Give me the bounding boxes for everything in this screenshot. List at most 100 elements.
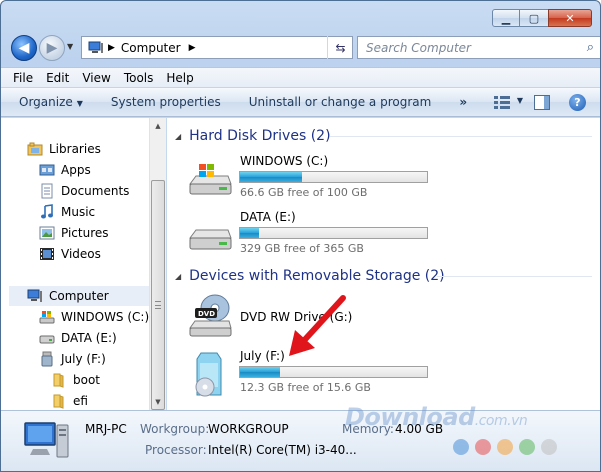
- menu-tools[interactable]: Tools: [124, 71, 154, 85]
- navigation-scrollbar[interactable]: ▲ ▼: [149, 118, 166, 410]
- annotation-arrow-icon: [289, 295, 346, 356]
- drive-name: DATA (E:): [240, 210, 296, 224]
- nav-documents[interactable]: Documents: [39, 181, 129, 201]
- navigation-pane: Libraries Apps Documents Music Pictures …: [1, 118, 166, 410]
- capacity-fill: [240, 228, 259, 238]
- nav-videos-label: Videos: [61, 247, 101, 261]
- nav-july-f[interactable]: July (F:): [39, 349, 106, 369]
- nav-computer[interactable]: Computer: [9, 286, 149, 306]
- documents-icon: [41, 183, 53, 199]
- windows-drive-icon: [189, 164, 232, 195]
- menu-bar: File Edit View Tools Help: [1, 67, 600, 87]
- scrollbar-thumb[interactable]: [151, 180, 165, 410]
- computer-icon: [27, 289, 42, 302]
- address-bar[interactable]: ▶ Computer ▶: [81, 36, 353, 59]
- pc-name: MRJ-PC: [85, 422, 127, 436]
- nav-windows-c[interactable]: WINDOWS (C:): [39, 307, 149, 327]
- forward-arrow-icon: ▶: [46, 40, 58, 56]
- nav-pictures[interactable]: Pictures: [39, 223, 109, 243]
- nav-apps[interactable]: Apps: [39, 160, 91, 180]
- maximize-icon: ▢: [528, 11, 540, 25]
- nav-folder-efi[interactable]: efi: [51, 391, 88, 411]
- search-box[interactable]: Search Computer ⌕: [357, 36, 600, 59]
- scroll-up-icon[interactable]: ▲: [150, 118, 166, 134]
- nav-data-e-label: DATA (E:): [61, 331, 117, 345]
- collapse-triangle-icon[interactable]: ◢: [175, 272, 181, 281]
- breadcrumb-chevron-icon[interactable]: ▶: [189, 43, 196, 53]
- system-properties-button[interactable]: System properties: [111, 95, 221, 109]
- nav-data-e[interactable]: DATA (E:): [39, 328, 117, 348]
- preview-pane-icon[interactable]: [534, 95, 550, 110]
- forward-button[interactable]: ▶: [39, 35, 65, 61]
- workgroup-value: WORKGROUP: [208, 422, 289, 436]
- drive-data-e[interactable]: DATA (E:) 329 GB free of 365 GB: [187, 210, 437, 258]
- nav-videos[interactable]: Videos: [39, 244, 101, 264]
- svg-text:DVD: DVD: [198, 310, 215, 318]
- nav-music[interactable]: Music: [39, 202, 95, 222]
- navigation-row: ◀ ▶ ▼ ▶ Computer ▶ ⇆ Search Computer ⌕: [9, 33, 600, 61]
- back-arrow-icon: ◀: [18, 40, 30, 56]
- dot: [541, 439, 557, 455]
- help-icon[interactable]: ?: [569, 94, 586, 111]
- dot: [497, 439, 513, 455]
- breadcrumb-separator-icon[interactable]: ▶: [108, 43, 115, 53]
- hard-drive-icon: [189, 229, 232, 250]
- watermark-text: Download: [345, 403, 475, 431]
- chevron-down-icon: ▼: [76, 99, 83, 108]
- collapse-triangle-icon[interactable]: ◢: [175, 132, 181, 141]
- dot: [519, 439, 535, 455]
- computer-icon: [88, 41, 103, 53]
- maximize-button[interactable]: ▢: [520, 9, 548, 27]
- nav-documents-label: Documents: [61, 184, 130, 198]
- nav-folder-boot-label: boot: [73, 373, 101, 387]
- dvd-drive-icon: DVD: [189, 294, 232, 337]
- menu-view[interactable]: View: [82, 71, 110, 85]
- libraries-icon: [27, 142, 43, 156]
- group-header-hard-disk-drives[interactable]: ◢ Hard Disk Drives (2): [175, 126, 331, 146]
- breadcrumb-computer[interactable]: Computer: [121, 41, 181, 55]
- dot: [453, 439, 469, 455]
- minimize-button[interactable]: ▁: [492, 9, 520, 27]
- drive-windows-c[interactable]: WINDOWS (C:) 66.6 GB free of 100 GB: [187, 154, 437, 202]
- content-pane: ◢ Hard Disk Drives (2) WINDOWS (C:) 66.6…: [167, 118, 600, 410]
- menu-help[interactable]: Help: [166, 71, 193, 85]
- nav-pictures-label: Pictures: [61, 226, 109, 240]
- nav-computer-label: Computer: [49, 289, 109, 303]
- menu-file[interactable]: File: [13, 71, 33, 85]
- uninstall-program-button[interactable]: Uninstall or change a program: [249, 95, 432, 109]
- refresh-button[interactable]: ⇆: [327, 36, 353, 59]
- close-button[interactable]: ✕: [548, 9, 592, 27]
- nav-folder-boot[interactable]: boot: [51, 370, 100, 390]
- explorer-window: ▁ ▢ ✕ ◀ ▶ ▼ ▶ Computer ▶ ⇆ Search Comput…: [0, 0, 601, 472]
- minimize-icon: ▁: [501, 11, 511, 25]
- search-icon[interactable]: ⌕: [587, 40, 594, 55]
- recent-pages-dropdown[interactable]: ▼: [67, 42, 73, 51]
- group-header-removable-storage[interactable]: ◢ Devices with Removable Storage (2): [175, 266, 445, 286]
- capacity-fill: [240, 172, 303, 182]
- capacity-bar: [239, 227, 428, 239]
- usb-drive-icon: [195, 352, 222, 397]
- organize-label: Organize: [19, 95, 73, 109]
- nav-windows-c-label: WINDOWS (C:): [61, 310, 150, 324]
- drive-free-space: 12.3 GB free of 15.6 GB: [240, 381, 371, 394]
- organize-button[interactable]: Organize ▼: [19, 95, 83, 109]
- menu-edit[interactable]: Edit: [46, 71, 69, 85]
- group-divider: [437, 276, 592, 277]
- caption-buttons: ▁ ▢ ✕: [492, 9, 592, 27]
- nav-libraries[interactable]: Libraries: [27, 139, 101, 159]
- group-title-removable: Devices with Removable Storage (2): [189, 268, 445, 284]
- command-bar: Organize ▼ System properties Uninstall or…: [1, 87, 600, 117]
- apps-icon: [39, 164, 55, 176]
- hard-drive-icon: [39, 335, 55, 344]
- capacity-bar: [239, 366, 428, 378]
- scroll-down-icon[interactable]: ▼: [150, 394, 166, 410]
- change-view-icon[interactable]: [494, 96, 510, 110]
- nav-july-f-label: July (F:): [61, 352, 106, 366]
- nav-folder-efi-label: efi: [73, 394, 88, 408]
- more-commands-button[interactable]: »: [459, 95, 467, 109]
- processor-value: Intel(R) Core(TM) i3-40...: [208, 443, 357, 457]
- back-button[interactable]: ◀: [11, 35, 37, 61]
- search-input[interactable]: Search Computer: [366, 41, 471, 55]
- view-options-dropdown[interactable]: ▼: [517, 96, 523, 105]
- videos-icon: [40, 248, 54, 260]
